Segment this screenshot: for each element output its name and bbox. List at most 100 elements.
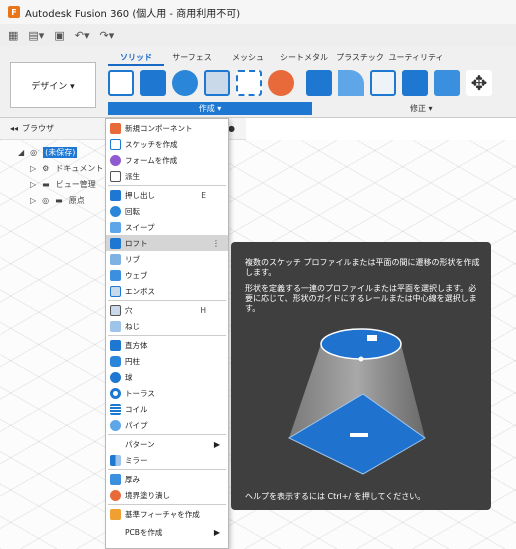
tree-item-views[interactable]: ▷ ▬ ビュー管理 (18, 176, 103, 192)
tab-sheet-metal[interactable]: シートメタル (276, 52, 332, 66)
menu-separator (108, 300, 226, 301)
move-icon[interactable]: ✥ (466, 70, 492, 96)
new-component-icon[interactable] (268, 70, 294, 96)
menu-item-label: トーラス (125, 388, 155, 398)
gear-icon: ⚙ (42, 163, 50, 173)
tab-solid[interactable]: ソリッド (108, 52, 164, 66)
tree-item-documents[interactable]: ▷ ⚙ ドキュメント (18, 160, 103, 176)
tab-surface[interactable]: サーフェス (164, 52, 220, 66)
menu-item-create-sketch[interactable]: スケッチを作成 (106, 136, 228, 152)
revolve-icon[interactable] (172, 70, 198, 96)
sketch-icon (110, 138, 121, 150)
menu-item-mirror[interactable]: ミラー (106, 452, 228, 468)
quick-access-toolbar: ▦ ▤▾ ▣ ↶▾ ↷▾ (0, 24, 516, 46)
menu-item-sweep[interactable]: スイープ (106, 219, 228, 235)
menu-item-extrude[interactable]: 押し出し E (106, 187, 228, 203)
tooltip-help-hint: ヘルプを表示するには Ctrl+/ を押してください。 (245, 492, 426, 501)
menu-item-create-pcb[interactable]: PCBを作成 ▶ (106, 524, 228, 540)
redo-icon[interactable]: ↷▾ (99, 29, 114, 42)
sphere-icon (110, 371, 121, 383)
pin-icon[interactable]: ● (228, 124, 235, 133)
extrude-icon (110, 189, 121, 201)
menu-separator (108, 335, 226, 336)
shell-icon[interactable] (402, 70, 428, 96)
ribbon-tabs: ソリッド サーフェス メッシュ シートメタル プラスチック ユーティリティ (108, 52, 444, 66)
expand-triangle-icon[interactable]: ▷ (30, 164, 36, 173)
visibility-icon[interactable]: ◎ (42, 196, 49, 205)
new-component-icon (110, 122, 121, 134)
torus-icon (110, 387, 121, 399)
grid-menu-icon[interactable]: ▦ (8, 29, 18, 42)
top-profile-circle (320, 328, 402, 360)
menu-item-create-form[interactable]: フォームを作成 (106, 152, 228, 168)
hole-icon[interactable] (204, 70, 230, 96)
menu-item-label: ウェブ (125, 270, 148, 280)
ribbon: デザイン ▾ ソリッド サーフェス メッシュ シートメタル プラスチック ユーテ… (0, 46, 516, 118)
menu-item-loft[interactable]: ロフト ⋮ (106, 235, 228, 251)
fillet-icon[interactable] (338, 70, 364, 96)
menu-item-pipe[interactable]: パイプ (106, 417, 228, 433)
modify-group-button[interactable]: 修正 ▾ (410, 103, 433, 114)
tree-item-label: (未保存) (43, 146, 78, 158)
menu-item-sphere[interactable]: 球 (106, 369, 228, 385)
menu-item-revolve[interactable]: 回転 (106, 203, 228, 219)
workspace-selector-button[interactable]: デザイン ▾ (10, 62, 96, 108)
tab-plastic[interactable]: プラスチック (332, 52, 388, 66)
menu-separator (108, 469, 226, 470)
menu-item-label: 直方体 (125, 340, 148, 350)
menu-item-thread[interactable]: ねじ (106, 318, 228, 334)
menu-item-label: 球 (125, 372, 133, 382)
menu-item-new-component[interactable]: 新規コンポーネント (106, 120, 228, 136)
combine-icon[interactable] (434, 70, 460, 96)
expand-triangle-icon[interactable]: ▷ (30, 180, 36, 189)
menu-item-thicken[interactable]: 厚み (106, 471, 228, 487)
menu-item-torus[interactable]: トーラス (106, 385, 228, 401)
menu-item-label: コイル (125, 404, 148, 414)
rectangular-pattern-icon[interactable] (236, 70, 262, 96)
menu-item-base-feature[interactable]: 基準フィーチャを作成 (106, 506, 228, 522)
collapse-triangle-icon[interactable]: ◢ (18, 148, 24, 157)
menu-item-boundary-fill[interactable]: 境界塗り潰し (106, 487, 228, 503)
menu-item-web[interactable]: ウェブ (106, 267, 228, 283)
menu-item-label: 派生 (125, 171, 140, 181)
visibility-icon[interactable]: ◎ (30, 148, 37, 157)
menu-item-label: 基準フィーチャを作成 (125, 509, 200, 519)
menu-item-cylinder[interactable]: 円柱 (106, 353, 228, 369)
undo-icon[interactable]: ↶▾ (75, 29, 90, 42)
menu-item-rib[interactable]: リブ (106, 251, 228, 267)
expand-triangle-icon[interactable]: ▷ (30, 196, 36, 205)
thread-icon (110, 320, 121, 332)
menu-item-label: 境界塗り潰し (125, 490, 170, 500)
tooltip-description: 複数のスケッチ プロファイルまたは平面の間に遷移の形状を作成します。 (245, 258, 480, 277)
mirror-icon (110, 454, 121, 466)
tree-item-label: ドキュメント (55, 163, 104, 173)
press-pull-icon[interactable] (306, 70, 332, 96)
create-sketch-icon[interactable] (108, 70, 134, 96)
tree-item-origin[interactable]: ▷ ◎ ▬ 原点 (18, 192, 103, 208)
menu-item-derive[interactable]: 派生 (106, 168, 228, 184)
shortcut-label: E (201, 190, 206, 200)
save-icon[interactable]: ▣ (54, 29, 64, 42)
box-icon (110, 339, 121, 351)
menu-item-hole[interactable]: 穴H (106, 302, 228, 318)
extrude-icon[interactable] (140, 70, 166, 96)
tree-item-root[interactable]: ◢ ◎ (未保存) (18, 144, 103, 160)
menu-item-pattern[interactable]: パターン ▶ (106, 436, 228, 452)
tab-mesh[interactable]: メッシュ (220, 52, 276, 66)
menu-item-label: 厚み (125, 474, 140, 484)
collapse-icon[interactable]: ◂◂ (10, 124, 18, 133)
more-options-icon[interactable]: ⋮ (212, 239, 220, 248)
menu-item-label: 回転 (125, 206, 140, 216)
create-group-button[interactable]: 作成 ▾ (108, 102, 312, 115)
boundary-fill-icon (110, 489, 121, 501)
menu-item-box[interactable]: 直方体 (106, 337, 228, 353)
tree-item-label: 原点 (68, 195, 85, 205)
web-icon (110, 269, 121, 281)
menu-item-emboss[interactable]: エンボス (106, 283, 228, 299)
chamfer-icon[interactable] (370, 70, 396, 96)
file-icon[interactable]: ▤▾ (28, 29, 44, 42)
title-bar: F Autodesk Fusion 360 (個人用 - 商用利用不可) (0, 0, 516, 24)
top-profile-tag (367, 335, 377, 341)
menu-item-coil[interactable]: コイル (106, 401, 228, 417)
tab-utility[interactable]: ユーティリティ (388, 52, 444, 66)
